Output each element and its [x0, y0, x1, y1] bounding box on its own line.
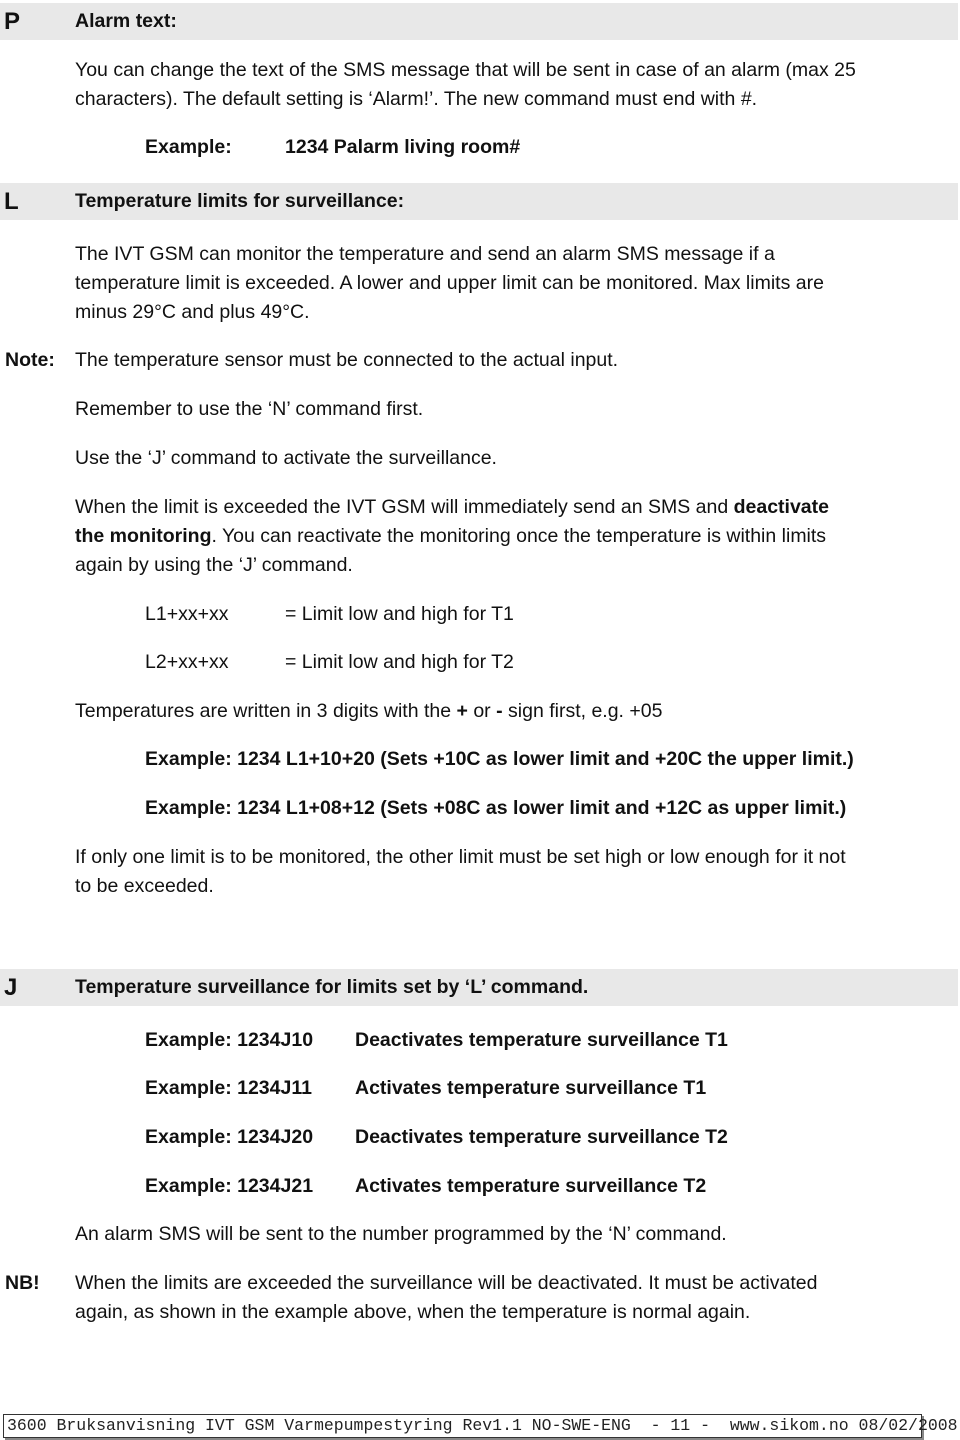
- limit-example-1: Example: 1234 L1+10+20 (Sets +10C as low…: [145, 748, 854, 770]
- section-letter-j: J: [4, 974, 18, 1001]
- exceed-bold: the monitoring: [75, 525, 212, 547]
- command-description: = Limit low and high for T2: [285, 651, 514, 673]
- plus-sign: +: [456, 700, 468, 722]
- j-example-description: Activates temperature surveillance T1: [355, 1077, 707, 1099]
- command-description: = Limit low and high for T1: [285, 603, 514, 625]
- alarm-text-para-line1: You can change the text of the SMS messa…: [75, 59, 856, 81]
- nb-line1: When the limits are exceeded the surveil…: [75, 1272, 818, 1294]
- exceed-para-line1: When the limit is exceeded the IVT GSM w…: [75, 493, 935, 522]
- note-line3: Use the ‘J’ command to activate the surv…: [75, 447, 497, 469]
- j-example-code: Example: 1234J20: [145, 1126, 314, 1148]
- page-footer: 3600 Bruksanvisning IVT GSM Varmepumpest…: [3, 1414, 958, 1438]
- exceed-text: When the limit is exceeded the IVT GSM w…: [75, 496, 734, 518]
- alarm-text-para-line2: characters). The default setting is ‘Ala…: [75, 88, 758, 110]
- section-letter-p: P: [4, 8, 21, 35]
- section-title-j: Temperature surveillance for limits set …: [75, 976, 589, 998]
- nb-line2: again, as shown in the example above, wh…: [75, 1301, 751, 1323]
- note-line1: The temperature sensor must be connected…: [75, 349, 619, 371]
- digits-text: or: [467, 700, 497, 722]
- note-label: Note:: [5, 349, 55, 371]
- exceed-para-line2: the monitoring. You can reactivate the m…: [75, 522, 935, 551]
- j-example-description: Deactivates temperature surveillance T1: [355, 1029, 728, 1051]
- digits-format-text: Temperatures are written in 3 digits wit…: [75, 697, 935, 726]
- digits-text: sign first, e.g. +05: [502, 700, 663, 722]
- limits-intro-line2: temperature limit is exceeded. A lower a…: [75, 272, 824, 294]
- one-limit-line2: to be exceeded.: [75, 875, 214, 897]
- j-example-code: Example: 1234J10: [145, 1029, 314, 1051]
- exceed-text: . You can reactivate the monitoring once…: [211, 525, 827, 547]
- alarm-sms-note: An alarm SMS will be sent to the number …: [75, 1223, 727, 1245]
- one-limit-line1: If only one limit is to be monitored, th…: [75, 846, 846, 868]
- limits-intro-line1: The IVT GSM can monitor the temperature …: [75, 243, 775, 265]
- command-syntax: L1+xx+xx: [145, 603, 229, 625]
- note-line2: Remember to use the ‘N’ command first.: [75, 398, 424, 420]
- section-title-p: Alarm text:: [75, 10, 177, 32]
- command-syntax: L2+xx+xx: [145, 651, 229, 673]
- section-letter-l: L: [4, 188, 19, 215]
- exceed-bold: deactivate: [733, 496, 829, 518]
- nb-label: NB!: [5, 1272, 40, 1294]
- exceed-para-line3: again by using the ‘J’ command.: [75, 554, 353, 576]
- alarm-example-value: 1234 Palarm living room#: [285, 136, 521, 158]
- j-example-code: Example: 1234J21: [145, 1175, 314, 1197]
- j-example-code: Example: 1234J11: [145, 1077, 312, 1099]
- section-title-l: Temperature limits for surveillance:: [75, 190, 405, 212]
- j-example-description: Deactivates temperature surveillance T2: [355, 1126, 728, 1148]
- alarm-example-label: Example:: [145, 136, 232, 158]
- j-example-description: Activates temperature surveillance T2: [355, 1175, 707, 1197]
- limit-example-2: Example: 1234 L1+08+12 (Sets +08C as low…: [145, 797, 847, 819]
- limits-intro-line3: minus 29°C and plus 49°C.: [75, 301, 310, 323]
- digits-text: Temperatures are written in 3 digits wit…: [75, 700, 457, 722]
